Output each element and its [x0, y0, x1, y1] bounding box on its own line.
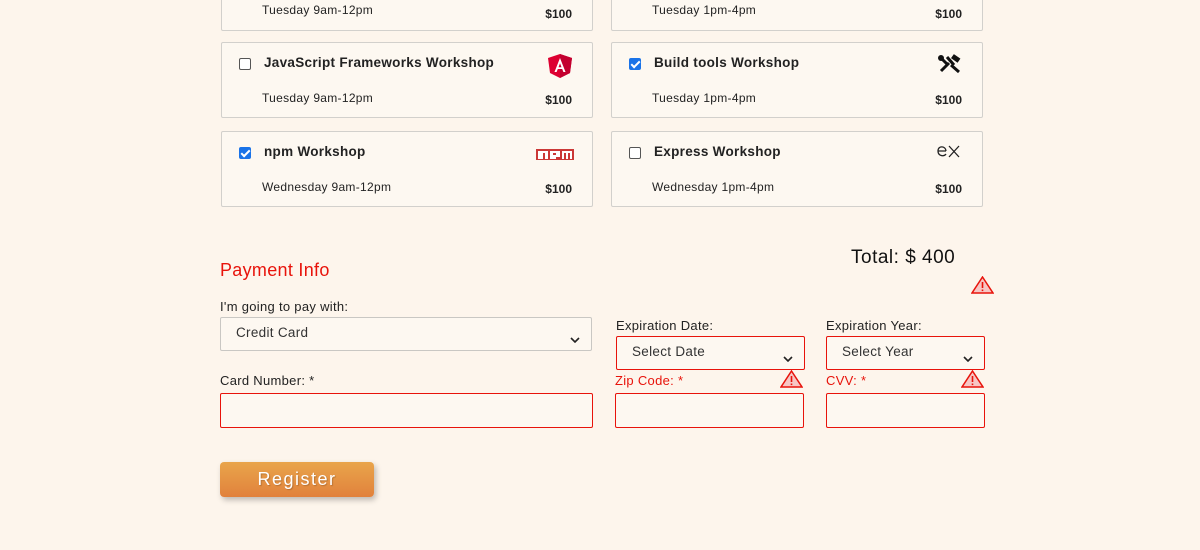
workshop-time: Tuesday 9am-12pm	[262, 91, 374, 105]
workshop-name: JavaScript Frameworks Workshop	[264, 55, 495, 70]
workshop-card[interactable]: Tuesday 1pm-4pm $100	[611, 0, 983, 31]
total-label: Total: $ 400	[851, 247, 956, 268]
workshop-card-js-frameworks[interactable]: JavaScript Frameworks Workshop Tuesday 9…	[221, 42, 593, 118]
workshop-price: $100	[545, 7, 572, 21]
workshop-card[interactable]: Tuesday 9am-12pm $100	[221, 0, 593, 31]
cvv-input[interactable]	[826, 393, 985, 428]
workshop-name: npm Workshop	[264, 144, 366, 159]
payment-method-select[interactable]: Credit Card	[220, 317, 592, 351]
workshop-name: Build tools Workshop	[654, 55, 800, 70]
expiration-year-value: Select Year	[842, 344, 914, 359]
expiration-date-select[interactable]: Select Date	[616, 336, 805, 370]
pay-with-label: I'm going to pay with:	[220, 299, 349, 314]
workshop-checkbox[interactable]	[629, 58, 641, 70]
warning-icon	[779, 369, 804, 393]
workshop-time: Tuesday 1pm-4pm	[652, 3, 757, 17]
card-number-label: Card Number: *	[220, 373, 315, 388]
chevron-down-icon	[570, 331, 580, 346]
zip-code-label: Zip Code: *	[615, 373, 684, 388]
payment-info-title: Payment Info	[220, 260, 330, 280]
angular-icon	[547, 54, 573, 83]
warning-icon	[960, 369, 985, 393]
workshop-price: $100	[935, 182, 962, 196]
workshop-card-build-tools[interactable]: Build tools Workshop Tuesday 1pm-4pm $10…	[611, 42, 983, 118]
workshop-time: Tuesday 1pm-4pm	[652, 91, 757, 105]
workshop-price: $100	[935, 93, 962, 107]
card-number-input[interactable]	[220, 393, 593, 428]
payment-method-value: Credit Card	[236, 325, 309, 340]
workshop-name: Express Workshop	[654, 144, 781, 159]
tools-icon	[937, 54, 963, 79]
cvv-label: CVV: *	[826, 373, 867, 388]
expiration-date-label: Expiration Date:	[616, 318, 714, 333]
chevron-down-icon	[783, 350, 793, 365]
workshop-checkbox[interactable]	[239, 58, 251, 70]
workshop-time: Tuesday 9am-12pm	[262, 3, 374, 17]
workshop-price: $100	[545, 182, 572, 196]
expiration-year-label: Expiration Year:	[826, 318, 922, 333]
workshop-checkbox[interactable]	[629, 147, 641, 159]
workshop-time: Wednesday 1pm-4pm	[652, 180, 775, 194]
register-button[interactable]: Register	[220, 462, 374, 497]
workshop-checkbox[interactable]	[239, 147, 251, 159]
npm-icon	[536, 147, 574, 165]
chevron-down-icon	[963, 350, 973, 365]
workshop-time: Wednesday 9am-12pm	[262, 180, 392, 194]
workshop-card-express[interactable]: Express Workshop Wednesday 1pm-4pm $100	[611, 131, 983, 207]
workshop-card-npm[interactable]: npm Workshop Wednesday 9am-12pm $100	[221, 131, 593, 207]
workshop-price: $100	[935, 7, 962, 21]
warning-icon	[970, 275, 995, 299]
workshop-price: $100	[545, 93, 572, 107]
express-icon	[936, 143, 962, 164]
zip-code-input[interactable]	[615, 393, 804, 428]
expiration-date-value: Select Date	[632, 344, 706, 359]
expiration-year-select[interactable]: Select Year	[826, 336, 985, 370]
